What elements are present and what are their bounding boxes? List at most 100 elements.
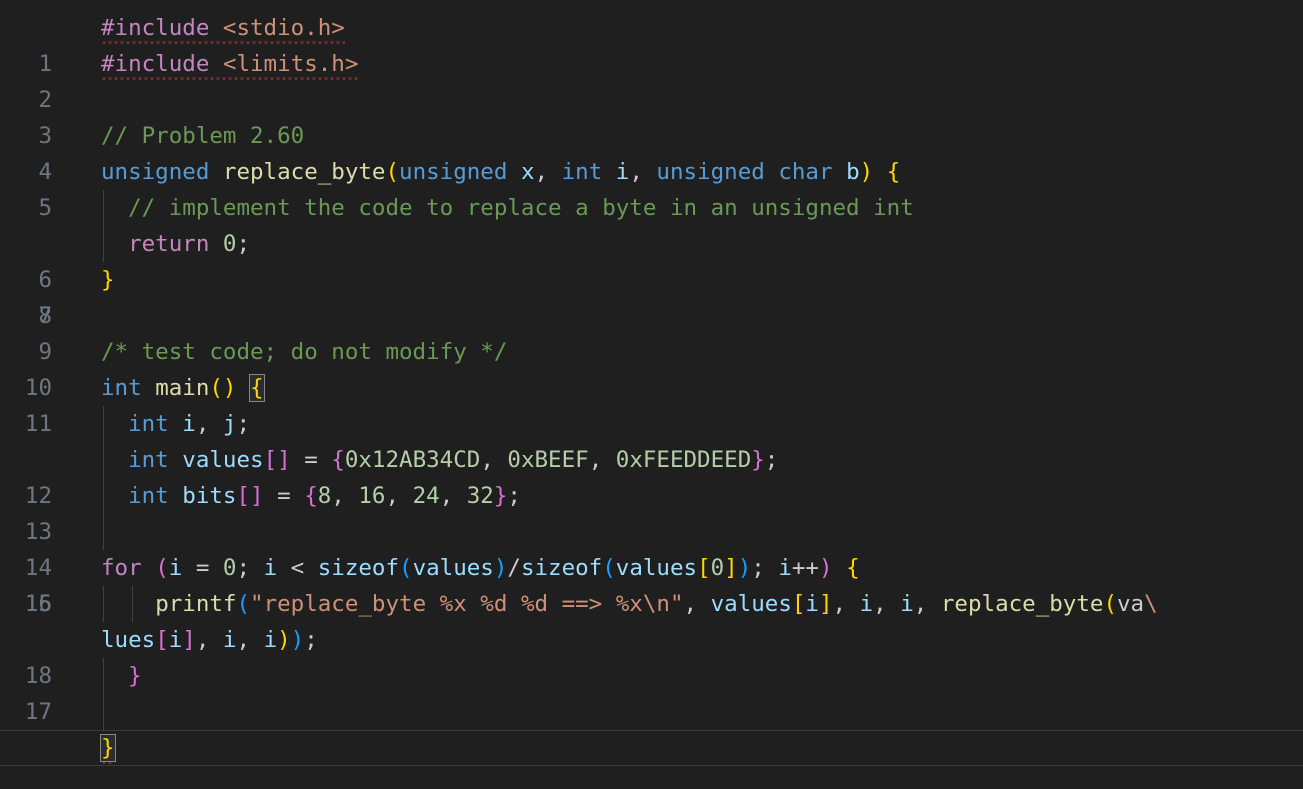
token-bracket: ) [494, 555, 508, 581]
token-bracket: ( [602, 555, 616, 581]
code-line[interactable]: 2 #include <limits.h> [0, 46, 1303, 82]
token-variable: values [413, 555, 494, 581]
code-line[interactable]: 17 printf("replace_byte %x %d %d ==> %x\… [0, 586, 1303, 622]
code-editor[interactable]: 1 #include <stdio.h> 2 #include <limits.… [0, 0, 1303, 789]
code-line[interactable]: 7 return 0; [0, 226, 1303, 262]
code-line[interactable]: 11 int main() { [0, 370, 1303, 406]
partial-scrolled-line [0, 0, 1303, 2]
code-line[interactable]: 9 [0, 298, 1303, 334]
code-line[interactable]: 3 [0, 82, 1303, 118]
token-keyword: unsigned [399, 159, 507, 185]
token-variable: values [711, 591, 792, 617]
code-line[interactable]: 20 [0, 694, 1303, 730]
token-variable: i [900, 591, 914, 617]
code-line[interactable]: 6 // implement the code to replace a byt… [0, 190, 1303, 226]
line-content: int bits[] = {8, 16, 24, 32}; [101, 478, 521, 514]
token-bracket: ) [819, 555, 833, 581]
code-line[interactable]: 4 // Problem 2.60 [0, 118, 1303, 154]
token-punct: , [684, 591, 698, 617]
token-function-call: replace_byte [941, 591, 1104, 617]
token-punct: , [629, 159, 643, 185]
token-punct: ; [507, 483, 521, 509]
token-keyword: int [562, 159, 603, 185]
code-line[interactable]: 15 [0, 514, 1303, 550]
editor-bottom-padding [0, 767, 1303, 789]
token-variable: j [223, 411, 237, 437]
token-operator: / [507, 555, 521, 581]
token-control-keyword: return [128, 231, 209, 257]
line-content: /* test code; do not modify */ [101, 334, 507, 370]
token-bracket: ( [399, 555, 413, 581]
code-line[interactable]: 16 for (i = 0; i < sizeof(values)/sizeof… [0, 550, 1303, 586]
token-variable: i [169, 555, 183, 581]
token-string: "replace_byte %x %d %d ==> %x\n" [250, 591, 683, 617]
token-punct: , [440, 483, 454, 509]
token-bracket: [] [264, 447, 291, 473]
token-variable: lues [101, 627, 155, 653]
code-line[interactable]: 8 } [0, 262, 1303, 298]
token-variable: i [169, 627, 183, 653]
token-operator: < [291, 555, 305, 581]
line-content: } [101, 262, 115, 298]
token-punct: ; [236, 411, 250, 437]
token-number: 0 [223, 231, 237, 257]
code-line-active[interactable]: 21 } [0, 730, 1303, 766]
token-bracket: ) [738, 555, 752, 581]
token-header: <stdio.h> [223, 15, 345, 41]
code-line[interactable]: 18 lues[i], i, i)); [0, 622, 1303, 658]
token-function-call: printf [155, 591, 236, 617]
token-bracket: ( [385, 159, 399, 185]
token-preprocessor: #include [101, 15, 209, 41]
error-squiggle: #include <limits.h> [101, 51, 358, 80]
token-bracket: ) [277, 627, 291, 653]
token-bracket: ) [291, 627, 305, 653]
token-variable: i [223, 627, 237, 653]
error-squiggle: #include <stdio.h> [101, 15, 345, 44]
token-function-call: sizeof [318, 555, 399, 581]
token-function-call: sizeof [521, 555, 602, 581]
code-line[interactable]: 1 #include <stdio.h> [0, 10, 1303, 46]
token-punct: , [480, 447, 494, 473]
token-keyword: int [128, 483, 169, 509]
token-bracket: [] [236, 483, 263, 509]
token-keyword: int [128, 411, 169, 437]
token-variable: values [616, 555, 697, 581]
token-brace: } [128, 663, 142, 689]
token-keyword: unsigned [656, 159, 764, 185]
token-function-name: replace_byte [223, 159, 386, 185]
token-number: 0 [223, 555, 237, 581]
token-operator: ++ [792, 555, 819, 581]
token-bracket: ] [182, 627, 196, 653]
line-content: for (i = 0; i < sizeof(values)/sizeof(va… [101, 550, 860, 586]
token-bracket: [ [155, 627, 169, 653]
indent-guide [103, 694, 104, 730]
bracket-match-highlight: } [101, 735, 115, 761]
token-variable: i [182, 411, 196, 437]
token-brace: { [887, 159, 901, 185]
code-line[interactable]: 13 int values[] = {0x12AB34CD, 0xBEEF, 0… [0, 442, 1303, 478]
token-number: 0xBEEF [507, 447, 588, 473]
code-line[interactable]: 10 /* test code; do not modify */ [0, 334, 1303, 370]
token-brace: { [304, 483, 318, 509]
token-punct: , [331, 483, 345, 509]
code-line[interactable]: 19 } [0, 658, 1303, 694]
token-brace: } [494, 483, 508, 509]
token-bracket: ( [155, 555, 169, 581]
token-punct: , [196, 411, 210, 437]
token-keyword: unsigned [101, 159, 209, 185]
token-brace: } [751, 447, 765, 473]
token-wrap-indicator: \ [1144, 591, 1158, 617]
code-line[interactable]: 12 int i, j; [0, 406, 1303, 442]
token-punct: ; [765, 447, 779, 473]
token-number: 32 [467, 483, 494, 509]
line-content: #include <limits.h> [101, 46, 358, 82]
token-variable: i [264, 627, 278, 653]
token-punct: , [535, 159, 549, 185]
line-content: #include <stdio.h> [101, 10, 345, 46]
code-line[interactable]: 14 int bits[] = {8, 16, 24, 32}; [0, 478, 1303, 514]
token-bracket: [ [792, 591, 806, 617]
code-line[interactable]: 5 unsigned replace_byte(unsigned x, int … [0, 154, 1303, 190]
indent-guide [103, 514, 104, 550]
token-bracket: ] [724, 555, 738, 581]
token-punct: , [196, 627, 210, 653]
